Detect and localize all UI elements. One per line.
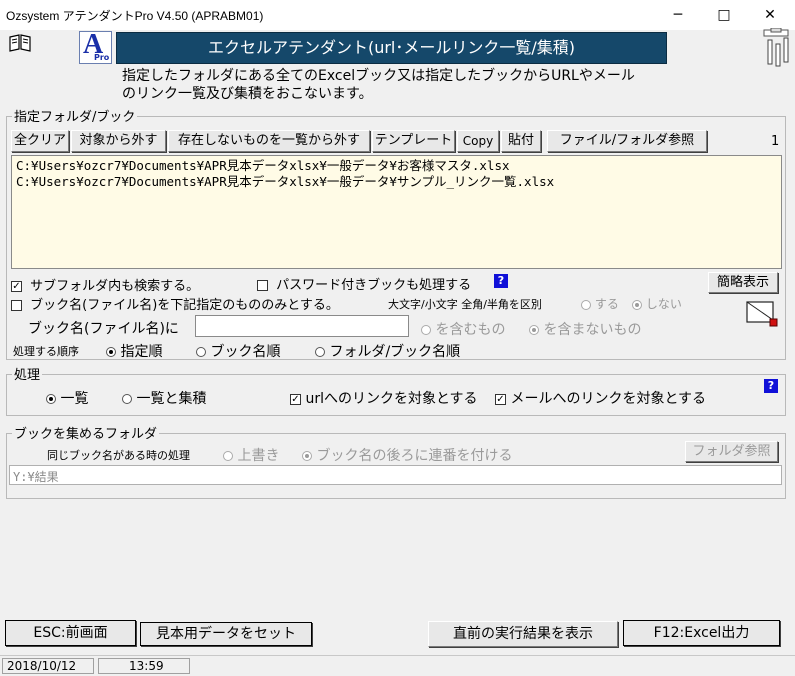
case-no-radio-dot[interactable] [632,299,642,310]
contains-radio-dot[interactable] [421,325,431,335]
book-list-items: C:¥Users¥ozcr7¥Documents¥APR見本データxlsx¥一般… [16,158,554,190]
folder-browse-button[interactable]: フォルダ参照 [685,441,778,462]
books-legend: 指定フォルダ/ブック [12,106,138,125]
case-yes-radio[interactable]: する [581,295,619,312]
description-line-2: のリンク一覧及び集積をおこないます。 [122,86,373,102]
page-title: エクセルアテンダント(url･メールリンク一覧/集積) [116,32,667,64]
order-specified-radio[interactable]: 指定順 [106,341,162,361]
clear-all-button[interactable]: 全クリア [11,130,69,152]
logo-sub: Pro [94,53,110,62]
order-specified-label: 指定順 [120,344,163,360]
url-check[interactable]: ✓ [290,393,301,405]
order-folder-book-radio-dot[interactable] [315,347,325,357]
url-label: urlへのリンクを対象とする [305,391,478,407]
manual-book-icon[interactable] [8,34,32,52]
subfolder-label: サブフォルダ内も検索する。 [30,279,200,294]
not-contains-label: を含まないもの [543,322,642,338]
status-bar: 2018/10/12 13:59 [0,655,795,676]
list-item[interactable]: C:¥Users¥ozcr7¥Documents¥APR見本データxlsx¥一般… [16,174,554,190]
order-bookname-radio-dot[interactable] [196,347,206,357]
description-line-1: 指定したフォルダにある全てのExcelブック又は指定したブックからURLやメール [122,68,635,84]
help-icon[interactable]: ? [494,274,508,288]
clipboard-icon[interactable] [762,27,792,68]
order-bookname-radio[interactable]: ブック名順 [196,341,280,361]
export-excel-button[interactable]: F12:Excel出力 [623,620,780,646]
overwrite-radio[interactable]: 上書き [223,445,279,465]
list-only-label: 一覧 [60,391,89,407]
name-filter-check[interactable] [11,300,22,311]
window-title: Ozsystem アテンダントPro V4.50 (APRABM01) [6,9,264,23]
edit-icon[interactable] [745,298,779,328]
subfolder-checkbox[interactable]: ✓ サブフォルダ内も検索する。 [11,275,199,294]
mail-label: メールへのリンクを対象とする [510,391,707,407]
append-number-radio[interactable]: ブック名の後ろに連番を付ける [302,445,512,465]
copy-button[interactable]: Copy [457,130,499,152]
status-time: 13:59 [98,658,190,674]
append-number-label: ブック名の後ろに連番を付ける [316,448,513,464]
not-contains-radio-dot[interactable] [529,325,539,335]
case-no-radio[interactable]: しない [632,295,682,312]
name-filter-checkbox[interactable]: ブック名(ファイル名)を下記指定のもののみとする。 [11,294,339,313]
remove-button[interactable]: 対象から外す [71,130,166,152]
close-button[interactable]: ✕ [747,0,793,30]
list-only-radio-dot[interactable] [46,394,56,404]
overwrite-radio-dot[interactable] [223,451,233,461]
list-and-collect-label: 一覧と集積 [136,391,207,407]
list-item[interactable]: C:¥Users¥ozcr7¥Documents¥APR見本データxlsx¥一般… [16,158,554,174]
collect-path: Y:¥結果 [13,470,59,484]
paste-button[interactable]: 貼付 [501,130,541,152]
list-only-radio[interactable]: 一覧 [46,388,88,408]
process-legend: 処理 [12,364,43,383]
minimize-button[interactable]: ─ [655,0,701,30]
append-number-radio-dot[interactable] [302,451,312,461]
not-contains-radio[interactable]: を含まないもの [529,319,641,339]
template-button[interactable]: テンプレート [372,130,455,152]
order-bookname-label: ブック名順 [210,344,281,360]
browse-file-folder-button[interactable]: ファイル/フォルダ参照 [547,130,707,152]
case-yes-radio-dot[interactable] [581,299,591,310]
remove-missing-button[interactable]: 存在しないものを一覧から外す [168,130,370,152]
contains-label: を含むもの [435,322,506,338]
back-button[interactable]: ESC:前画面 [5,620,136,646]
list-and-collect-radio-dot[interactable] [122,394,132,404]
show-last-result-button[interactable]: 直前の実行結果を表示 [428,621,618,647]
order-label: 処理する順序 [13,345,79,358]
case-label: 大文字/小文字 全角/半角を区別 [388,298,542,311]
order-folder-book-radio[interactable]: フォルダ/ブック名順 [315,341,460,361]
process-help-icon[interactable]: ? [764,379,778,393]
password-label: パスワード付きブックも処理する [276,278,472,293]
list-and-collect-radio[interactable]: 一覧と集積 [122,388,206,408]
collect-path-field[interactable]: Y:¥結果 [9,465,782,485]
contains-radio[interactable]: を含むもの [421,319,505,339]
book-count: 1 [771,134,780,149]
mail-check[interactable]: ✓ [495,393,506,405]
order-specified-radio-dot[interactable] [106,347,116,357]
status-date: 2018/10/12 [2,658,94,674]
subfolder-check[interactable]: ✓ [11,281,22,292]
case-no-label: しない [645,297,682,311]
set-sample-data-button[interactable]: 見本用データをセット [140,622,312,646]
book-name-input[interactable] [195,315,409,337]
same-name-label: 同じブック名がある時の処理 [47,449,190,462]
title-bar: Ozsystem アテンダントPro V4.50 (APRABM01) ─ □ … [0,0,795,30]
maximize-button[interactable]: □ [701,0,747,30]
order-folder-book-label: フォルダ/ブック名順 [329,344,461,360]
simple-view-button[interactable]: 簡略表示 [708,272,778,293]
book-list[interactable]: C:¥Users¥ozcr7¥Documents¥APR見本データxlsx¥一般… [11,155,782,269]
case-yes-label: する [594,297,619,311]
book-name-label: ブック名(ファイル名)に [28,321,179,337]
mail-checkbox[interactable]: ✓ メールへのリンクを対象とする [495,388,706,408]
name-filter-label: ブック名(ファイル名)を下記指定のもののみとする。 [30,298,339,313]
password-check[interactable] [257,280,268,291]
password-checkbox[interactable]: パスワード付きブックも処理する [257,274,471,293]
url-checkbox[interactable]: ✓ urlへのリンクを対象とする [290,388,478,408]
app-logo: A Pro [79,29,112,64]
description: 指定したフォルダにある全てのExcelブック又は指定したブックからURLやメール… [122,67,635,103]
collect-legend: ブックを集めるフォルダ [12,423,160,442]
overwrite-label: 上書き [237,448,280,464]
